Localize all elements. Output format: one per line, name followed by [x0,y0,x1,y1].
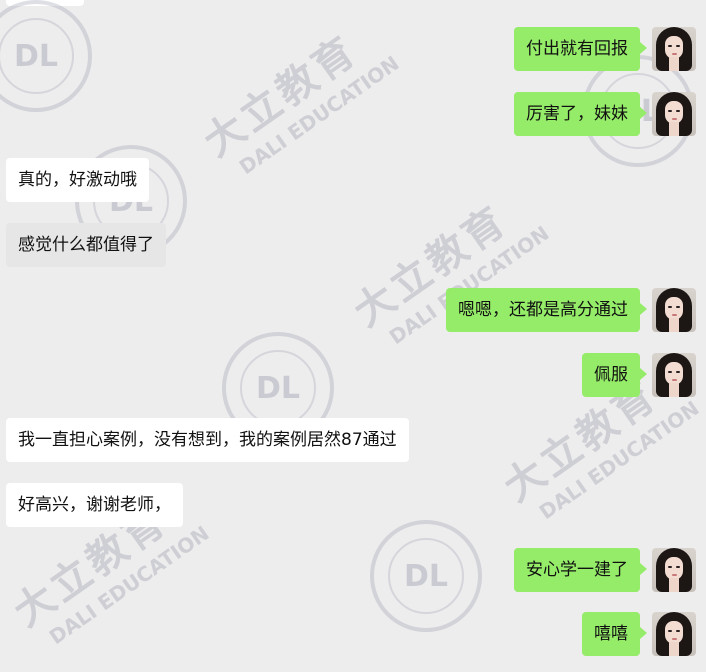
message-bubble[interactable]: 真的，好激动哦 [6,158,149,202]
message-row: 真的，好激动哦 [6,158,149,202]
message-row: 好高兴，谢谢老师， [6,483,183,527]
message-row: 佩服 [582,353,696,397]
message-row: 感觉什么都值得了 [6,223,166,267]
message-bubble[interactable]: 嘻嘻 [582,612,647,656]
message-row: 厉害了，妹妹 [514,92,696,136]
avatar[interactable] [652,27,696,71]
avatar[interactable] [652,353,696,397]
message-bubble[interactable]: 佩服 [582,353,647,397]
message-bubble[interactable]: 感觉什么都值得了 [6,223,166,267]
message-row: 我一直担心案例，没有想到，我的案例居然87通过 [6,418,409,462]
watermark-text: 大立教育 DALI EDUCATION [195,27,404,180]
watermark-text: 大立教育 DALI EDUCATION [495,372,704,525]
message-row: 付出就有回报 [514,27,696,71]
previous-message-fragment [6,0,84,6]
message-bubble[interactable]: 我一直担心案例，没有想到，我的案例居然87通过 [6,418,409,462]
chat-area: DL 大立教育DALI EDUCATION DL DL 大立教育DALI EDU… [0,0,706,661]
watermark-text: 大立教育 DALI EDUCATION [5,497,214,650]
watermark-seal: DL [370,520,482,632]
message-row: 安心学一建了 [514,548,696,592]
message-bubble[interactable]: 好高兴，谢谢老师， [6,483,183,527]
message-bubble[interactable]: 嗯嗯，还都是高分通过 [446,288,647,332]
message-row: 嘻嘻 [582,612,696,656]
watermark-seal: DL [0,0,92,112]
avatar[interactable] [652,612,696,656]
message-bubble[interactable]: 厉害了，妹妹 [514,92,647,136]
message-bubble[interactable]: 安心学一建了 [514,548,647,592]
avatar[interactable] [652,92,696,136]
message-row: 嗯嗯，还都是高分通过 [446,288,696,332]
avatar[interactable] [652,548,696,592]
avatar[interactable] [652,288,696,332]
message-bubble[interactable]: 付出就有回报 [514,27,647,71]
